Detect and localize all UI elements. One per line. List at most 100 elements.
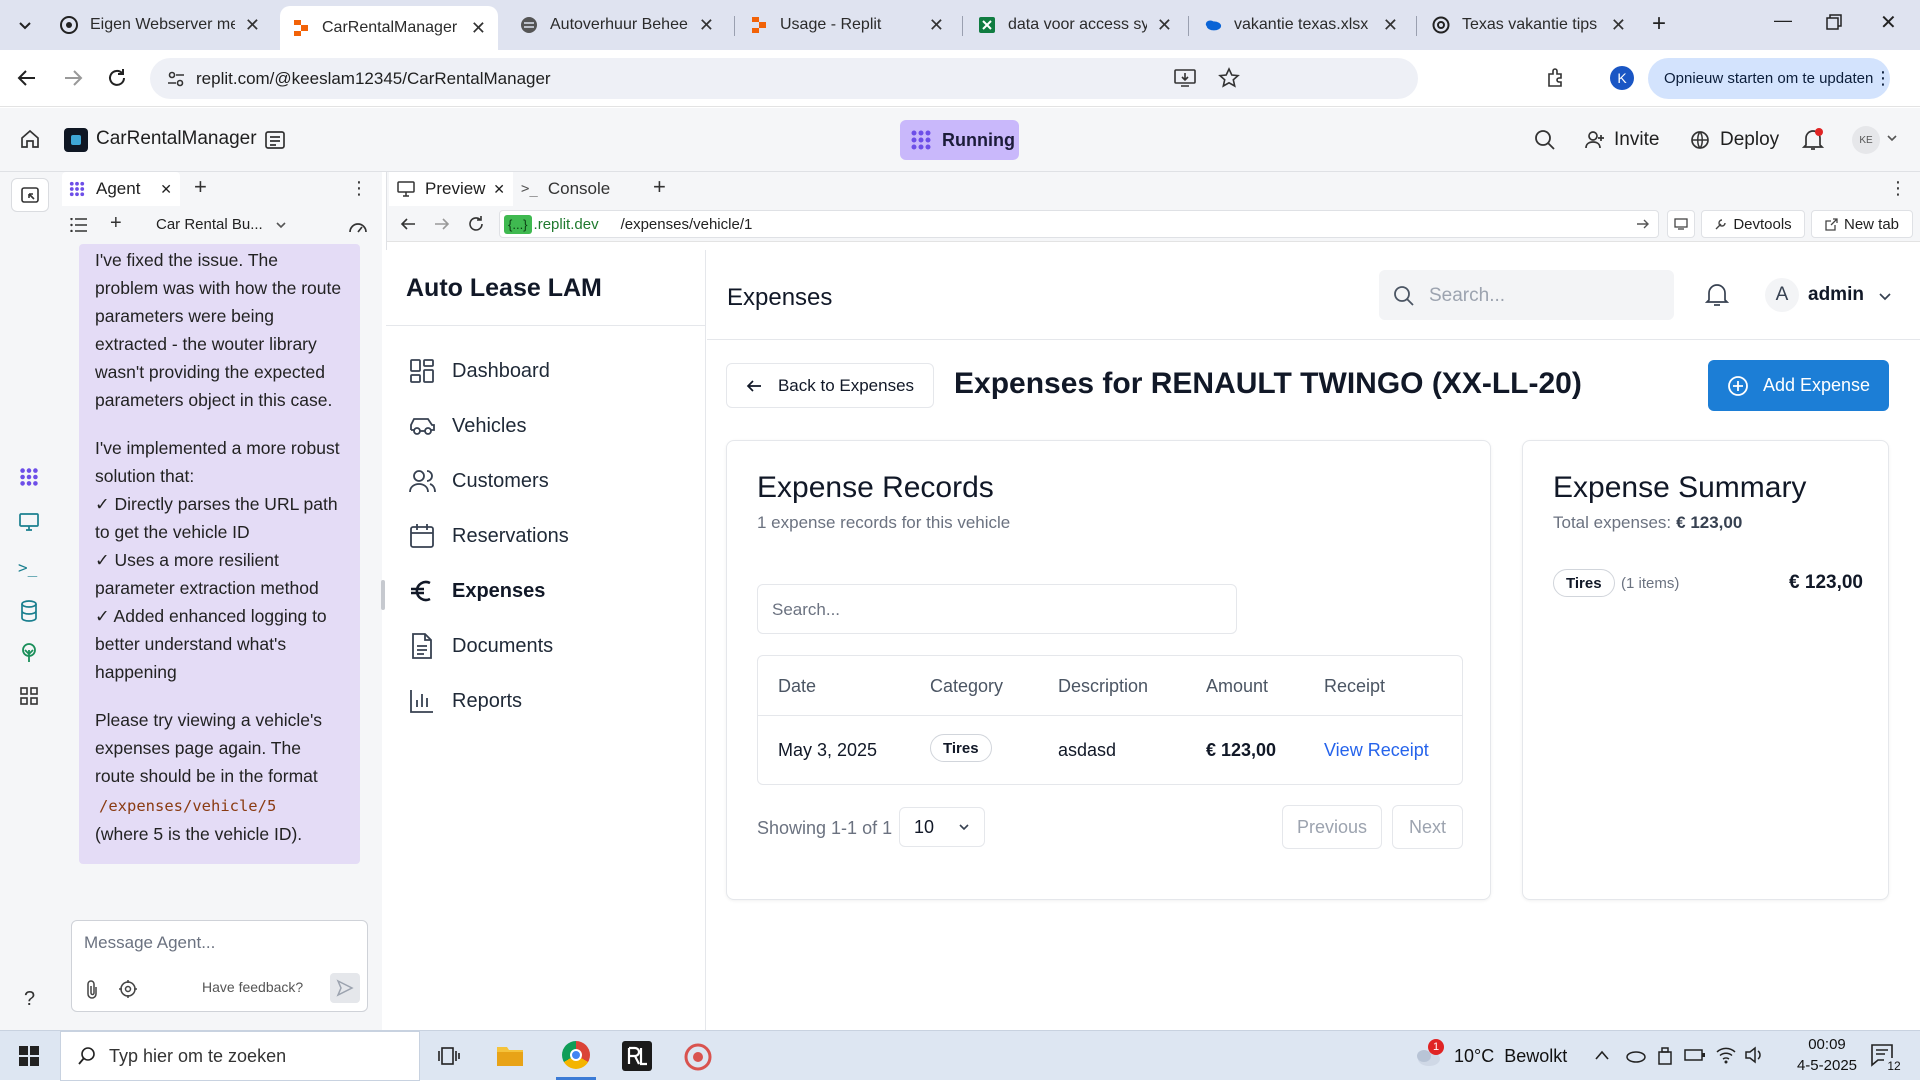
browser-tab-0[interactable]: Eigen Webserver met ✕ xyxy=(48,6,272,44)
chat-title-dropdown[interactable]: Car Rental Bu... xyxy=(156,216,287,233)
close-icon[interactable]: ✕ xyxy=(471,18,486,39)
tab-console[interactable]: >_ Console xyxy=(521,172,641,206)
message-input[interactable]: Message Agent... xyxy=(84,933,215,953)
close-icon[interactable]: ✕ xyxy=(1383,15,1398,36)
project-files-icon[interactable] xyxy=(264,129,286,151)
go-arrow-icon[interactable] xyxy=(1636,217,1650,231)
profile-avatar[interactable]: K xyxy=(1610,66,1634,90)
forward-arrow-icon[interactable] xyxy=(433,215,451,233)
chevron-up-icon[interactable] xyxy=(1594,1049,1610,1061)
toggle-panel-icon[interactable] xyxy=(11,178,49,212)
column-header[interactable]: Description xyxy=(1058,676,1148,697)
new-chat-button[interactable]: + xyxy=(110,212,122,235)
user-avatar[interactable]: A xyxy=(1765,278,1799,312)
feedback-link[interactable]: Have feedback? xyxy=(202,979,303,995)
taskbar-search[interactable]: Typ hier om te zoeken xyxy=(60,1031,420,1081)
tab-agent[interactable]: Agent ✕ xyxy=(62,172,180,206)
taskbar-search-input[interactable]: Typ hier om te zoeken xyxy=(109,1046,286,1067)
close-window-button[interactable]: ✕ xyxy=(1880,10,1897,35)
browser-tab-6[interactable]: Texas vakantie tips ✕ xyxy=(1420,6,1638,44)
battery-icon[interactable] xyxy=(1684,1048,1706,1062)
back-arrow-icon[interactable] xyxy=(16,67,38,89)
records-search-field[interactable]: Search... xyxy=(757,584,1237,634)
close-icon[interactable]: ✕ xyxy=(493,181,505,198)
clock-time[interactable]: 00:09 xyxy=(1792,1036,1862,1053)
invite-button[interactable]: Invite xyxy=(1584,122,1659,158)
tab-search-icon[interactable] xyxy=(14,14,36,36)
close-icon[interactable]: ✕ xyxy=(699,15,714,36)
task-view-icon[interactable] xyxy=(438,1045,460,1067)
new-tab-button[interactable]: + xyxy=(1652,10,1666,38)
browser-tab-1[interactable]: CarRentalManager - R ✕ xyxy=(280,6,498,50)
attach-paperclip-icon[interactable] xyxy=(84,979,100,999)
next-page-button[interactable]: Next xyxy=(1392,805,1463,849)
add-tab-button[interactable]: + xyxy=(194,174,207,200)
column-header[interactable]: Date xyxy=(778,676,816,697)
clock-date[interactable]: 4-5-2025 xyxy=(1786,1057,1868,1074)
maximize-button[interactable] xyxy=(1826,14,1842,30)
chevron-down-icon[interactable] xyxy=(1886,132,1898,144)
user-avatar[interactable]: KE xyxy=(1852,126,1880,154)
edge-dev-icon[interactable] xyxy=(684,1043,712,1071)
nav-vehicles[interactable]: Vehicles xyxy=(408,406,527,446)
add-expense-button[interactable]: Add Expense xyxy=(1708,360,1889,411)
bookmark-star-icon[interactable] xyxy=(1218,67,1240,89)
nav-dashboard[interactable]: Dashboard xyxy=(408,351,550,391)
reload-icon[interactable] xyxy=(467,215,485,233)
nav-reports[interactable]: Reports xyxy=(408,681,522,721)
project-name[interactable]: CarRentalManager xyxy=(96,128,257,150)
browser-tab-2[interactable]: Autoverhuur Beheer ✕ xyxy=(508,6,726,44)
previous-page-button[interactable]: Previous xyxy=(1282,805,1382,849)
chevron-down-icon[interactable] xyxy=(1878,290,1892,302)
panel-resize-handle[interactable] xyxy=(381,580,385,610)
browser-tab-5[interactable]: vakantie texas.xlsx ✕ xyxy=(1192,6,1410,44)
volume-icon[interactable] xyxy=(1744,1046,1764,1064)
update-button[interactable]: Opnieuw starten om te updaten ⋮ xyxy=(1648,58,1892,99)
nav-customers[interactable]: Customers xyxy=(408,461,549,501)
menu-dots-icon[interactable]: ⋮ xyxy=(350,178,368,199)
target-icon[interactable] xyxy=(118,979,138,999)
deploy-button[interactable]: Deploy xyxy=(1690,122,1779,158)
back-to-expenses-button[interactable]: Back to Expenses xyxy=(726,363,934,408)
nav-documents[interactable]: Documents xyxy=(408,626,553,666)
windows-start-icon[interactable] xyxy=(18,1045,40,1067)
close-icon[interactable]: ✕ xyxy=(245,15,260,36)
run-status-button[interactable]: Running xyxy=(900,120,1019,160)
close-icon[interactable]: ✕ xyxy=(160,181,172,198)
menu-dots-icon[interactable]: ⋮ xyxy=(1889,178,1907,199)
close-icon[interactable]: ✕ xyxy=(1611,15,1626,36)
tab-preview[interactable]: Preview ✕ xyxy=(389,172,513,206)
open-new-tab-button[interactable]: New tab xyxy=(1811,210,1913,238)
devtools-button[interactable]: Devtools xyxy=(1701,210,1805,238)
nav-expenses[interactable]: Expenses xyxy=(408,571,545,611)
weather-text[interactable]: 10°C Bewolkt xyxy=(1454,1046,1567,1067)
history-list-icon[interactable] xyxy=(70,218,88,232)
usb-device-icon[interactable] xyxy=(1656,1046,1674,1066)
install-app-icon[interactable] xyxy=(1174,68,1196,88)
apps-grid-icon[interactable] xyxy=(19,686,39,706)
send-button[interactable] xyxy=(330,973,360,1003)
preview-url-bar[interactable]: {...} .replit.dev /expenses/vehicle/1 xyxy=(499,210,1659,238)
table-row[interactable]: May 3, 2025 Tires asdasd € 123,00 View R… xyxy=(758,716,1462,784)
close-icon[interactable]: ✕ xyxy=(929,15,944,36)
chrome-icon[interactable] xyxy=(562,1041,590,1069)
column-header[interactable]: Category xyxy=(930,676,1003,697)
address-bar[interactable]: replit.com/@keeslam12345/CarRentalManage… xyxy=(150,58,1418,99)
home-icon[interactable] xyxy=(20,129,40,149)
minimize-button[interactable]: — xyxy=(1774,10,1792,31)
back-arrow-icon[interactable] xyxy=(399,215,417,233)
reload-icon[interactable] xyxy=(106,67,128,89)
help-icon[interactable]: ? xyxy=(24,988,35,1011)
site-settings-icon[interactable] xyxy=(166,69,186,89)
page-size-select[interactable]: 10 xyxy=(899,807,985,847)
device-icon[interactable] xyxy=(1667,210,1695,238)
preview-monitor-icon[interactable] xyxy=(18,512,40,532)
deploy-tree-icon[interactable] xyxy=(19,642,39,664)
column-header[interactable]: Receipt xyxy=(1324,676,1385,697)
view-receipt-link[interactable]: View Receipt xyxy=(1324,740,1429,761)
onedrive-icon[interactable] xyxy=(1624,1047,1646,1063)
records-search-input[interactable]: Search... xyxy=(772,600,840,620)
wifi-icon[interactable] xyxy=(1716,1046,1736,1064)
notifications-icon[interactable] xyxy=(1802,128,1824,152)
browser-tab-3[interactable]: Usage - Replit ✕ xyxy=(738,6,956,44)
